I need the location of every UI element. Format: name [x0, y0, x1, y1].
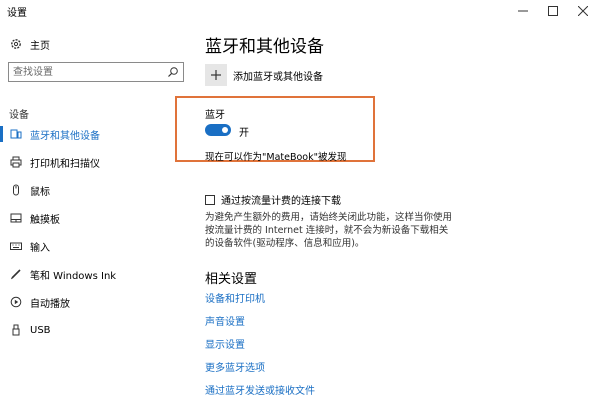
- sidebar-item-label: 鼠标: [30, 186, 50, 198]
- keyboard-icon: [9, 239, 23, 253]
- sidebar-home[interactable]: 主页: [0, 32, 190, 56]
- gear-icon: [9, 37, 23, 51]
- close-button[interactable]: [568, 0, 598, 22]
- bluetooth-label: 蓝牙: [205, 110, 225, 121]
- sidebar-item-label: 输入: [30, 242, 50, 254]
- plus-icon: [205, 64, 227, 86]
- related-settings-heading: 相关设置: [205, 272, 258, 287]
- bluetooth-state-label: 开: [239, 128, 249, 139]
- sidebar-item-label: 触摸板: [30, 214, 60, 226]
- minimize-icon: [518, 10, 528, 12]
- metered-download-label: 通过按流量计费的连接下载: [221, 196, 341, 207]
- add-device-button[interactable]: 添加蓝牙或其他设备: [205, 62, 323, 88]
- title-bar: 设置: [0, 0, 600, 22]
- touchpad-icon: [9, 211, 23, 225]
- sidebar-item-printers[interactable]: 打印机和扫描仪: [0, 150, 190, 174]
- link-display-settings[interactable]: 显示设置: [205, 336, 245, 351]
- link-send-receive-files-bluetooth[interactable]: 通过蓝牙发送或接收文件: [205, 382, 315, 397]
- search-box[interactable]: [8, 62, 184, 82]
- printer-icon: [9, 155, 23, 169]
- window-title: 设置: [7, 8, 27, 19]
- sidebar-item-autoplay[interactable]: 自动播放: [0, 290, 190, 314]
- sidebar-item-touchpad[interactable]: 触摸板: [0, 206, 190, 230]
- maximize-button[interactable]: [538, 0, 568, 22]
- autoplay-icon: [9, 295, 23, 309]
- metered-download-description: 为避免产生额外的费用，请始终关闭此功能，这样当你使用按流量计费的 Interne…: [205, 212, 453, 249]
- sidebar-section-heading: 设备: [9, 110, 29, 121]
- sidebar-item-usb[interactable]: USB: [0, 318, 190, 342]
- usb-icon: [9, 323, 23, 337]
- metered-download-checkbox-row[interactable]: 通过按流量计费的连接下载: [205, 192, 341, 207]
- sidebar-item-bluetooth[interactable]: 蓝牙和其他设备: [0, 122, 190, 146]
- minimize-button[interactable]: [508, 0, 538, 22]
- sidebar-item-label: 打印机和扫描仪: [30, 158, 100, 170]
- sidebar-item-label: 笔和 Windows Ink: [30, 270, 117, 282]
- maximize-icon: [548, 6, 558, 16]
- close-icon: [578, 6, 588, 16]
- sidebar-item-typing[interactable]: 输入: [0, 234, 190, 258]
- link-more-bluetooth-options[interactable]: 更多蓝牙选项: [205, 359, 265, 374]
- link-sound-settings[interactable]: 声音设置: [205, 313, 245, 328]
- add-device-label: 添加蓝牙或其他设备: [233, 71, 323, 83]
- mouse-icon: [9, 183, 23, 197]
- main-content: 蓝牙和其他设备 添加蓝牙或其他设备 蓝牙 开 现在可以作为"MateBook"被…: [175, 22, 595, 408]
- search-icon[interactable]: [167, 66, 179, 78]
- metered-download-checkbox[interactable]: [205, 194, 215, 205]
- sidebar-home-label: 主页: [30, 40, 50, 52]
- pen-icon: [9, 267, 23, 281]
- sidebar-item-pen[interactable]: 笔和 Windows Ink: [0, 262, 190, 286]
- sidebar-item-label: USB: [30, 324, 51, 336]
- sidebar-item-label: 自动播放: [30, 298, 70, 310]
- bluetooth-toggle[interactable]: [205, 124, 231, 136]
- bluetooth-devices-icon: [9, 127, 23, 141]
- sidebar-item-mouse[interactable]: 鼠标: [0, 178, 190, 202]
- page-title: 蓝牙和其他设备: [205, 37, 324, 57]
- toggle-knob: [222, 127, 228, 133]
- sidebar: 主页 设备 蓝牙和其他设备 打印机和扫描仪 鼠标 触摸板 输入: [0, 22, 190, 408]
- sidebar-item-label: 蓝牙和其他设备: [30, 130, 100, 142]
- discoverable-status: 现在可以作为"MateBook"被发现: [205, 152, 347, 163]
- link-devices-and-printers[interactable]: 设备和打印机: [205, 290, 265, 305]
- search-input[interactable]: [13, 65, 163, 79]
